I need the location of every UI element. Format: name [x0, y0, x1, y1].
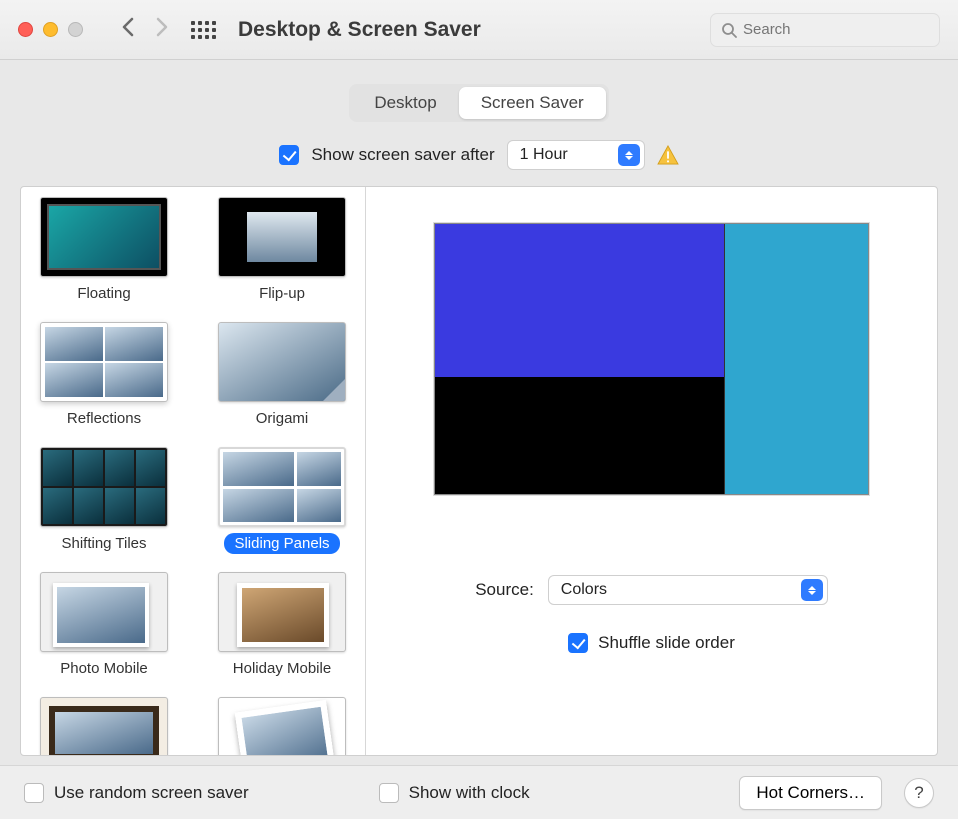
screensaver-preview [434, 223, 869, 495]
screensaver-item-label: Reflections [57, 408, 151, 429]
show-after-label: Show screen saver after [311, 145, 494, 165]
search-input[interactable] [743, 21, 929, 38]
screensaver-thumbnail [40, 322, 168, 402]
screensaver-item-label: Shifting Tiles [51, 533, 156, 554]
screensaver-item[interactable]: Photo Wall [29, 697, 179, 755]
screensaver-item-label: Photo Mobile [50, 658, 158, 679]
preview-panel-blue [435, 224, 724, 377]
tab-bar: Desktop Screen Saver [20, 84, 938, 122]
back-button[interactable] [111, 17, 145, 43]
search-field[interactable] [710, 13, 940, 47]
source-label: Source: [475, 580, 534, 600]
screensaver-thumbnail [40, 572, 168, 652]
panes: Floating Flip-up Reflections Origami Shiftin… [20, 186, 938, 756]
source-value: Colors [561, 581, 607, 599]
tab-desktop[interactable]: Desktop [352, 87, 458, 119]
show-clock-checkbox[interactable] [379, 783, 399, 803]
tab-screensaver[interactable]: Screen Saver [459, 87, 606, 119]
show-clock-label: Show with clock [409, 783, 530, 803]
screensaver-item[interactable]: Photo Mobile [29, 572, 179, 679]
bottom-bar: Use random screen saver Show with clock … [0, 765, 958, 819]
shuffle-row: Shuffle slide order [568, 633, 735, 653]
show-after-checkbox[interactable] [279, 145, 299, 165]
forward-button[interactable] [145, 17, 179, 43]
screensaver-item-label: Holiday Mobile [223, 658, 341, 679]
show-all-prefs-button[interactable] [191, 21, 216, 39]
minimize-window-button[interactable] [43, 22, 58, 37]
screensaver-item[interactable]: Floating [29, 197, 179, 304]
random-saver-checkbox[interactable] [24, 783, 44, 803]
screensaver-thumbnail [218, 322, 346, 402]
source-row: Source: Colors [475, 575, 828, 605]
screensaver-item-label: Floating [67, 283, 140, 304]
stepper-icon [618, 144, 640, 166]
screensaver-item-label: Origami [246, 408, 319, 429]
preview-panel-cyan [724, 224, 868, 494]
random-saver-option[interactable]: Use random screen saver [24, 783, 249, 803]
screensaver-thumbnail [40, 197, 168, 277]
show-after-row: Show screen saver after 1 Hour [20, 140, 938, 170]
close-window-button[interactable] [18, 22, 33, 37]
zoom-window-button[interactable] [68, 22, 83, 37]
random-saver-label: Use random screen saver [54, 783, 249, 803]
window-controls [18, 22, 83, 37]
stepper-icon [801, 579, 823, 601]
search-icon [721, 22, 737, 38]
screensaver-item[interactable]: Holiday Mobile [207, 572, 357, 679]
screensaver-thumbnail [218, 697, 346, 755]
screensaver-thumbnail [40, 447, 168, 527]
screensaver-thumbnail [218, 197, 346, 277]
screensaver-item-label: Sliding Panels [224, 533, 339, 554]
shuffle-label: Shuffle slide order [598, 633, 735, 653]
show-after-value: 1 Hour [520, 146, 568, 164]
screensaver-item-label: Flip-up [249, 283, 315, 304]
preview-pane: Source: Colors Shuffle slide order [366, 187, 937, 755]
screensaver-item[interactable]: Shifting Tiles [29, 447, 179, 554]
show-after-popup[interactable]: 1 Hour [507, 140, 645, 170]
window-title: Desktop & Screen Saver [238, 18, 481, 42]
screensaver-thumbnail [218, 447, 346, 527]
titlebar: Desktop & Screen Saver [0, 0, 958, 60]
preview-panel-black [435, 377, 724, 494]
content: Desktop Screen Saver Show screen saver a… [0, 60, 958, 756]
screensaver-item[interactable]: Reflections [29, 322, 179, 429]
show-clock-option[interactable]: Show with clock [379, 783, 530, 803]
screensaver-list[interactable]: Floating Flip-up Reflections Origami Shiftin… [21, 187, 366, 755]
screensaver-item[interactable]: Sliding Panels [207, 447, 357, 554]
tab-segmented-control: Desktop Screen Saver [349, 84, 608, 122]
screensaver-thumbnail [40, 697, 168, 755]
screensaver-item[interactable]: Flip-up [207, 197, 357, 304]
help-button[interactable]: ? [904, 778, 934, 808]
source-popup[interactable]: Colors [548, 575, 828, 605]
hot-corners-button[interactable]: Hot Corners… [739, 776, 882, 810]
warning-icon [657, 145, 679, 165]
screensaver-thumbnail [218, 572, 346, 652]
screensaver-item[interactable]: Vintage Prints [207, 697, 357, 755]
screensaver-item[interactable]: Origami [207, 322, 357, 429]
shuffle-checkbox[interactable] [568, 633, 588, 653]
